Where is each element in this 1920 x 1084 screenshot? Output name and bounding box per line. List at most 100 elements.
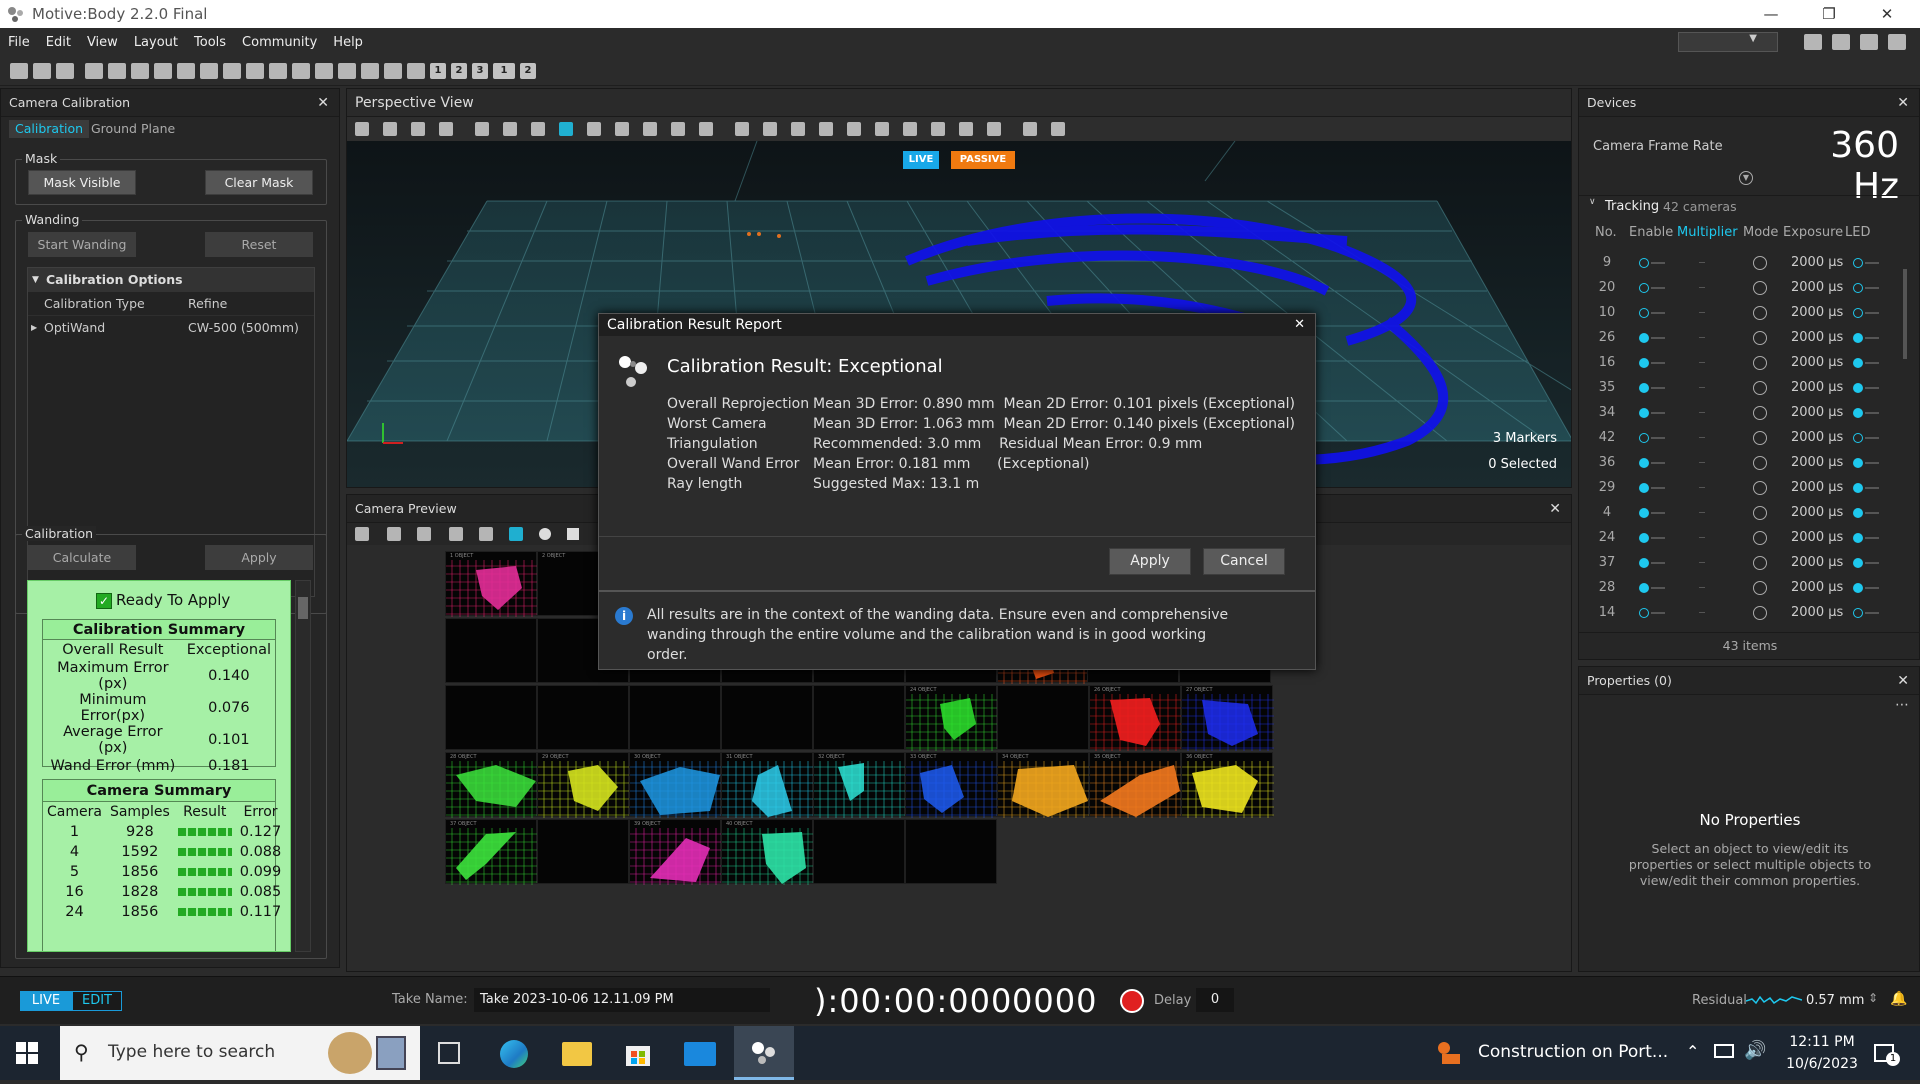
camera-cell[interactable]	[537, 819, 629, 884]
tab-ground-plane[interactable]: Ground Plane	[87, 120, 179, 138]
calibration-options-header[interactable]: ▼ Calibration Options	[28, 268, 314, 292]
show-body-icon[interactable]	[987, 122, 1001, 136]
tab-calibration[interactable]: Calibration	[9, 120, 90, 138]
info-icon[interactable]	[246, 62, 264, 79]
camera-cell[interactable]	[721, 685, 813, 750]
exposure-value[interactable]: 2000 µs	[1791, 280, 1843, 295]
open-icon[interactable]	[10, 62, 28, 79]
close-icon[interactable]: ✕	[1549, 495, 1561, 523]
scrollbar-thumb[interactable]	[1903, 269, 1907, 359]
summary-scrollbar[interactable]	[295, 580, 311, 952]
mask-icon[interactable]	[479, 527, 493, 541]
led-toggle[interactable]	[1853, 558, 1863, 568]
save-icon[interactable]	[33, 62, 51, 79]
clock-time[interactable]: 12:11 PM	[1772, 1034, 1872, 1050]
menu-community[interactable]: Community	[242, 35, 317, 50]
device-row[interactable]: 20 2000 µs	[1591, 276, 1879, 301]
enable-toggle[interactable]	[1639, 533, 1649, 543]
expand-circle-icon[interactable]: ▼	[1739, 171, 1753, 185]
device-row[interactable]: 4 2000 µs	[1591, 501, 1879, 526]
motive-taskbar-button[interactable]	[734, 1026, 794, 1080]
exposure-value[interactable]: 2000 µs	[1791, 580, 1843, 595]
assets-icon[interactable]	[200, 62, 218, 79]
camera-icon[interactable]	[411, 122, 425, 136]
exposure-value[interactable]: 2000 µs	[1791, 380, 1843, 395]
layout-5-button[interactable]: 2	[520, 62, 536, 79]
camera-cell[interactable]: 27 OBJECT	[1181, 685, 1274, 751]
led-toggle[interactable]	[1853, 358, 1863, 368]
taskbar-search[interactable]: ⚲ Type here to search	[60, 1026, 420, 1080]
camera-cell[interactable]: 40 OBJECT	[721, 819, 814, 885]
zoom-in-icon[interactable]	[475, 122, 489, 136]
enable-toggle[interactable]	[1639, 583, 1649, 593]
camera-cell[interactable]: 31 OBJECT	[721, 752, 814, 818]
person-icon[interactable]	[1023, 122, 1037, 136]
zoom-all-icon[interactable]	[531, 122, 545, 136]
zoom-fit-icon[interactable]	[417, 527, 431, 541]
windows-start-icon[interactable]	[16, 1042, 38, 1064]
wand-icon[interactable]	[154, 62, 172, 79]
mode-icon[interactable]	[1753, 481, 1767, 495]
layout-4-button[interactable]: 1	[493, 62, 515, 79]
device-row[interactable]: 37 2000 µs	[1591, 551, 1879, 576]
layout-icon-1[interactable]	[1804, 34, 1822, 50]
camera-cell[interactable]: 30 OBJECT	[629, 752, 722, 818]
device-row[interactable]: 28 2000 µs	[1591, 576, 1879, 601]
menu-view[interactable]: View	[87, 35, 118, 50]
enable-toggle[interactable]	[1639, 358, 1649, 368]
camera-cell[interactable]	[537, 685, 629, 750]
exposure-value[interactable]: 2000 µs	[1791, 605, 1843, 620]
enable-toggle[interactable]	[1639, 458, 1649, 468]
led-toggle[interactable]	[1853, 508, 1863, 518]
device-row[interactable]: 35 2000 µs	[1591, 376, 1879, 401]
person-outline-icon[interactable]	[1051, 122, 1065, 136]
apply-calibration-button[interactable]: Apply	[205, 545, 313, 570]
camera-cell[interactable]: 35 OBJECT	[1089, 752, 1182, 818]
exposure-value[interactable]: 2000 µs	[1791, 555, 1843, 570]
scale-icon[interactable]	[643, 122, 657, 136]
enable-toggle[interactable]	[1639, 383, 1649, 393]
reset-button[interactable]: Reset	[205, 232, 313, 257]
list-icon[interactable]	[223, 62, 241, 79]
graph2-icon[interactable]	[384, 62, 402, 79]
camera-cell[interactable]	[813, 819, 905, 884]
notifications-icon[interactable]: 1	[1872, 1040, 1900, 1066]
calculate-button[interactable]: Calculate	[28, 545, 136, 570]
tracking-label[interactable]: Tracking	[1605, 199, 1659, 214]
camera-cell[interactable]: 39 OBJECT	[629, 819, 722, 885]
start-wanding-button[interactable]: Start Wanding	[28, 232, 136, 257]
layout-dropdown[interactable]: ▼	[1678, 32, 1778, 52]
enable-toggle[interactable]	[1639, 308, 1649, 318]
mode-icon[interactable]	[1753, 406, 1767, 420]
mask-visible-button[interactable]: Mask Visible	[28, 170, 136, 195]
camera-icon[interactable]	[131, 62, 149, 79]
device-row[interactable]: 24 2000 µs	[1591, 526, 1879, 551]
device-row[interactable]: 14 2000 µs	[1591, 601, 1879, 626]
device-row[interactable]: 36 2000 µs	[1591, 451, 1879, 476]
camera-cell[interactable]: 1 OBJECT	[445, 551, 538, 617]
select-body-icon[interactable]	[819, 122, 833, 136]
exposure-value[interactable]: 2000 µs	[1791, 455, 1843, 470]
mode-icon[interactable]	[1753, 606, 1767, 620]
skeleton-icon[interactable]	[671, 122, 685, 136]
minimize-button[interactable]: —	[1742, 0, 1800, 28]
exposure-value[interactable]: 2000 µs	[1791, 480, 1843, 495]
mode-icon[interactable]	[1753, 281, 1767, 295]
device-row[interactable]: 26 2000 µs	[1591, 326, 1879, 351]
edit-mode-button[interactable]: EDIT	[72, 991, 122, 1011]
restore-button[interactable]: ❐	[1800, 0, 1858, 28]
layout-1-button[interactable]: 1	[430, 62, 446, 79]
enable-toggle[interactable]	[1639, 258, 1649, 268]
led-toggle[interactable]	[1853, 533, 1863, 543]
menu-edit[interactable]: Edit	[46, 35, 71, 50]
grid-icon[interactable]	[355, 122, 369, 136]
led-toggle[interactable]	[1853, 408, 1863, 418]
option-row[interactable]: ▶ OptiWand CW-500 (500mm)	[28, 316, 314, 340]
menu-layout[interactable]: Layout	[134, 35, 178, 50]
notification-text[interactable]: Construction on Port...	[1478, 1042, 1668, 1062]
move-icon[interactable]	[587, 122, 601, 136]
led-toggle[interactable]	[1853, 483, 1863, 493]
show-labels-icon[interactable]	[931, 122, 945, 136]
camera-cell[interactable]	[905, 819, 997, 884]
device-icon[interactable]	[338, 62, 356, 79]
